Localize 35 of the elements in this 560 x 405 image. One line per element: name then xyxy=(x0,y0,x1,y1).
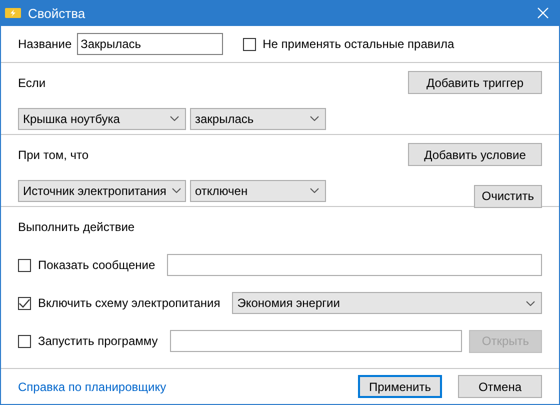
section-label: Если xyxy=(18,76,46,90)
add-button[interactable]: Добавить триггер xyxy=(408,71,542,94)
cancel-button[interactable]: Отмена xyxy=(458,375,542,398)
chevron-icon xyxy=(526,300,535,306)
chevron-icon xyxy=(172,188,182,193)
checkbox[interactable] xyxy=(18,258,31,272)
add-button[interactable]: Добавить условие xyxy=(408,143,542,166)
dropdown[interactable]: Крышка ноутбука xyxy=(18,108,186,130)
section-label: При том, что xyxy=(18,148,89,162)
checkbox-label: Показать сообщение xyxy=(38,258,156,272)
checkbox[interactable] xyxy=(242,38,256,50)
section-label: Выполнить действие xyxy=(18,220,136,234)
chevron-icon xyxy=(310,188,319,193)
window-title: Свойства xyxy=(28,6,86,20)
chevron-icon xyxy=(310,116,319,121)
clear-button[interactable]: Очистить xyxy=(474,184,542,208)
dropdown[interactable]: закрылась xyxy=(190,108,326,130)
help-link[interactable]: Справка по планировщику xyxy=(18,380,166,394)
apply-button[interactable]: Применить xyxy=(358,375,442,398)
name-field[interactable]: Закрылась xyxy=(76,33,223,55)
checkbox-label: Не применять остальные правила xyxy=(262,37,454,51)
dropdown[interactable]: Источник электропитания xyxy=(18,180,186,202)
message-field[interactable] xyxy=(167,254,542,276)
dropdown[interactable]: отключен xyxy=(190,180,326,202)
battery-icon xyxy=(5,8,21,18)
chevron-icon xyxy=(170,116,179,121)
name-label: Название xyxy=(18,37,72,51)
checkbox-label: Включить схему электропитания xyxy=(38,296,220,310)
checkbox[interactable] xyxy=(18,334,31,348)
dropdown[interactable]: Экономия энергии xyxy=(232,292,542,314)
checkbox-label: Запустить программу xyxy=(38,334,158,348)
program-field[interactable] xyxy=(170,330,462,352)
checkbox[interactable] xyxy=(18,296,31,310)
close-icon xyxy=(537,7,549,19)
checkmark-icon xyxy=(19,298,30,308)
